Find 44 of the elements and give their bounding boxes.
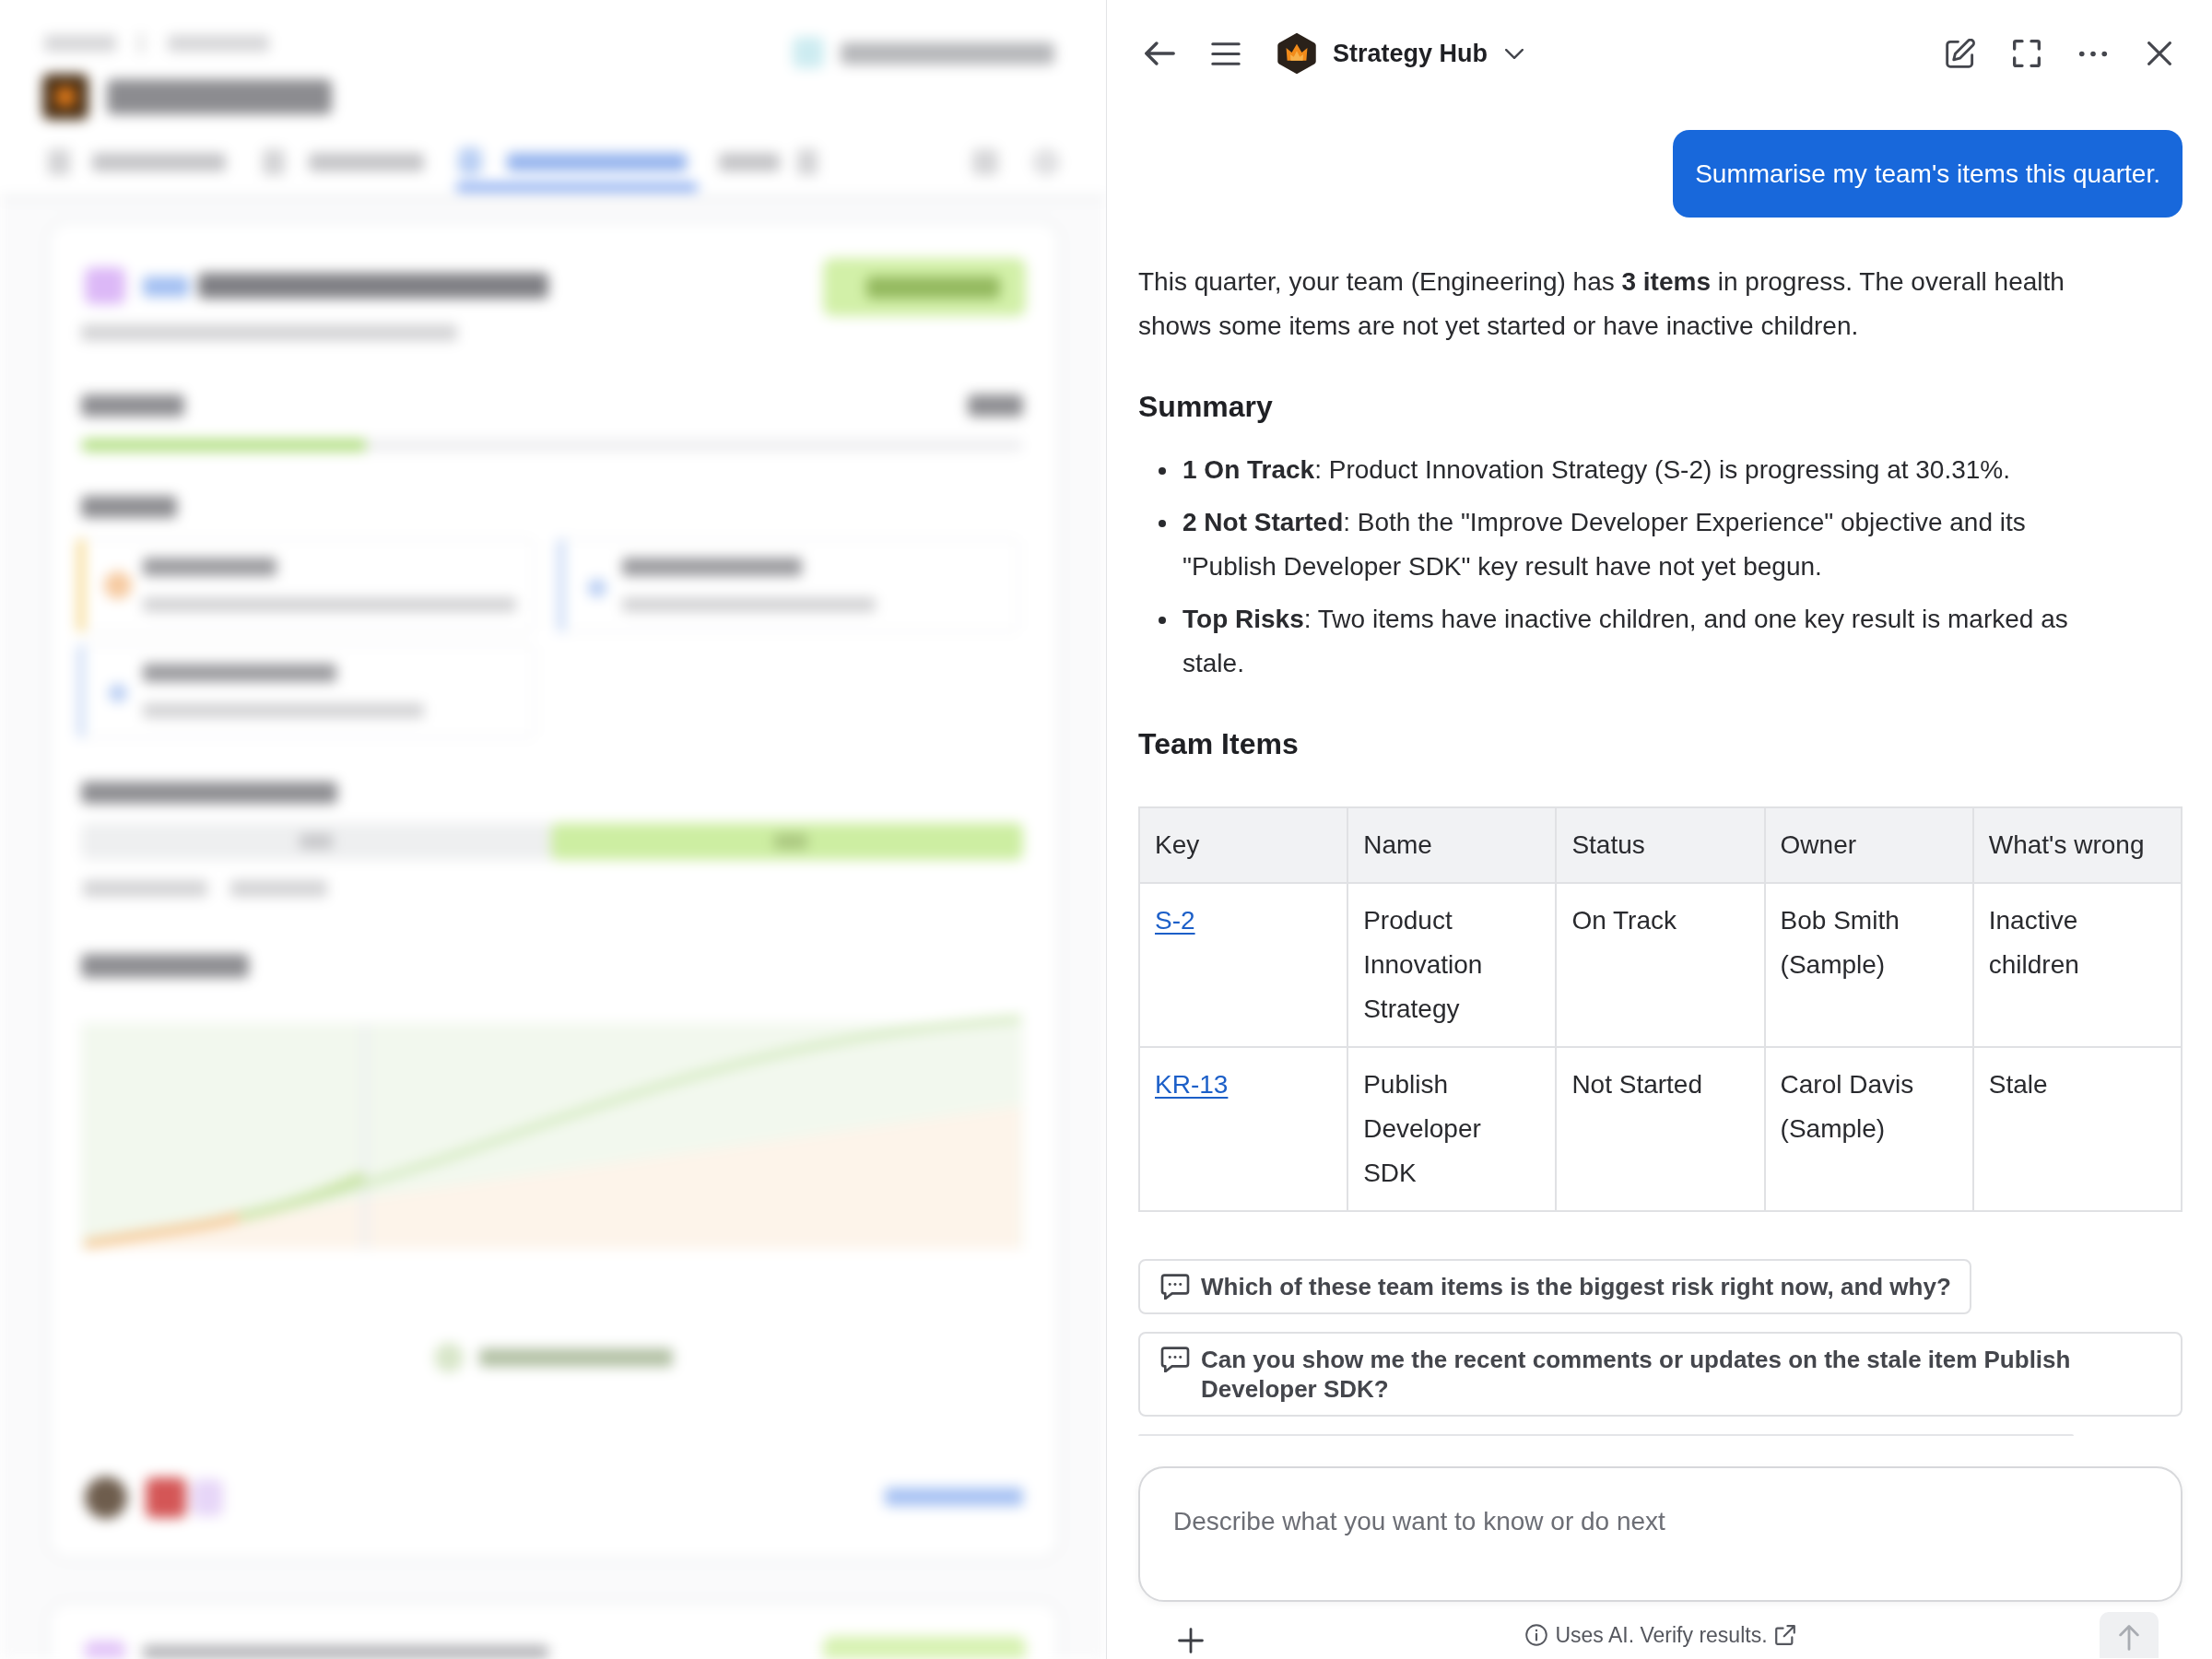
chevron-down-icon [1505,48,1524,59]
section-heading: Team Items [1138,726,1300,762]
summary-bullet-text: Top Risks: Two items have inactive children, and one key result is marked as stale. [1182,604,2069,679]
suggestion-chip[interactable]: Which of these team items is the biggest risk right now, and why? [1138,1259,1971,1314]
item-key-link[interactable]: KR-13 [1155,1070,1229,1099]
plus-icon [1178,1628,1204,1653]
summary-bullet-text: 2 Not Started: Both the "Improve Developer Experience" objective and its "Publish Developer SDK" key result have not yet begun. [1182,507,2027,582]
item-key-link[interactable]: S-2 [1155,906,1195,935]
table-header-cell: Status [1556,807,1765,883]
table-cell: Carol Davis (Sample) [1764,1047,1973,1211]
table-header-cell: What's wrong [1972,807,2182,883]
hexagon-crown-logo-icon [1277,31,1317,76]
table-header-cell: Key [1139,807,1348,883]
table-header-cell: Name [1347,807,1557,883]
back-arrow-icon [1144,41,1175,65]
user-message: Summarise my team's items this quarter. [1673,130,2183,218]
table-cell: Inactive children [1972,883,2182,1047]
bullet-dot-icon [1159,520,1166,527]
external-link-icon [1774,1625,1795,1645]
arrow-up-icon [2119,1625,2139,1651]
chat-bubble-icon [1160,1274,1190,1300]
table-cell: Publish Developer SDK [1347,1047,1557,1211]
table-cell: Not Started [1556,1047,1765,1211]
table-cell: Product Innovation Strategy [1347,883,1557,1047]
reply-paragraph: This quarter, your team (Engineering) has 3 items in progress. The overall health shows some items are not yet started or have inactive children. [1138,266,2065,342]
more-dots-icon [2078,50,2108,57]
summary-bullet-text: 1 On Track: Product Innovation Strategy (S-2) is progressing at 30.31%. [1182,454,2011,486]
message-input[interactable]: Describe what you want to know or do next [1138,1466,2183,1602]
info-icon [1525,1624,1548,1646]
bullet-dot-icon [1159,467,1166,475]
fullscreen-corners-icon [2013,40,2041,67]
chat-bubble-icon [1160,1347,1190,1372]
suggestion-chip[interactable]: Can you show me the recent comments or updates on the stale item Publish Developer SDK? [1138,1332,2183,1417]
pencil-square-icon [1946,39,1975,68]
menu-icon [1211,41,1241,65]
section-heading: Summary [1138,389,1274,425]
table-cell: Stale [1972,1047,2182,1211]
close-icon [2147,41,2171,65]
table-header-cell: Owner [1764,807,1973,883]
table-cell: On Track [1556,883,1765,1047]
table-cell: Bob Smith (Sample) [1764,883,1973,1047]
ai-disclaimer-link[interactable]: Uses AI. Verify results. [1555,1621,1768,1649]
bullet-dot-icon [1159,617,1166,624]
title-dropdown[interactable]: Strategy Hub [1333,31,1524,76]
